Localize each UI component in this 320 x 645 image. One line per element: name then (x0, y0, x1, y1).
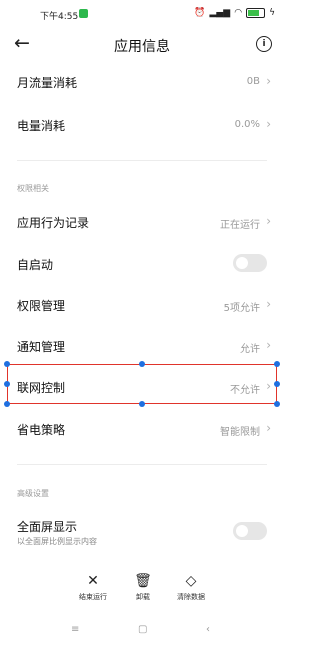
row-value: 正在运行 (220, 220, 260, 231)
home-nav-icon[interactable]: ▢ (138, 624, 147, 635)
resize-handle (4, 401, 10, 407)
row-behavior-log[interactable]: 应用行为记录 正在运行 › (0, 212, 284, 234)
chevron-right-icon: › (266, 297, 271, 311)
row-value: 0B (246, 76, 260, 87)
section-header-permissions: 权限相关 (17, 184, 49, 193)
section-header-advanced: 高级设置 (17, 489, 49, 498)
row-label: 通知管理 (17, 340, 66, 354)
app-bar: ← 应用信息 i (0, 30, 284, 60)
row-fullscreen: 全面屏显示 以全面屏比例显示内容 (0, 516, 284, 552)
bottom-action-bar: ✕ 结束运行 🗑 卸载 ◇ 清除数据 (0, 573, 284, 607)
force-stop-label: 结束运行 (79, 593, 107, 601)
resize-handle (274, 401, 280, 407)
uninstall-label: 卸载 (136, 593, 150, 601)
autostart-toggle[interactable] (233, 254, 267, 272)
row-autostart: 自启动 (0, 254, 284, 276)
selection-highlight (7, 364, 277, 404)
clear-data-label: 清除数据 (177, 593, 205, 601)
row-label: 月流量消耗 (17, 76, 78, 90)
battery-icon (246, 8, 266, 18)
row-value: 智能限制 (220, 427, 260, 438)
uninstall-button[interactable]: 🗑 卸载 (118, 573, 168, 602)
force-stop-button[interactable]: ✕ 结束运行 (68, 573, 118, 602)
chevron-right-icon: › (266, 117, 271, 131)
fullscreen-toggle[interactable] (233, 522, 267, 540)
chevron-right-icon: › (266, 214, 271, 228)
row-subtitle: 以全面屏比例显示内容 (17, 537, 97, 546)
row-permission-manage[interactable]: 权限管理 5项允许 › (0, 295, 284, 317)
notification-icon (79, 9, 88, 18)
divider (17, 160, 267, 161)
row-label: 应用行为记录 (17, 216, 90, 230)
row-notification-manage[interactable]: 通知管理 允许 › (0, 336, 284, 358)
signal-icon: ▂▄▆ (209, 8, 231, 18)
trash-icon: 🗑 (134, 573, 152, 589)
row-label: 自启动 (17, 258, 54, 272)
divider (17, 464, 267, 465)
resize-handle (139, 361, 145, 367)
clear-data-button[interactable]: ◇ 清除数据 (166, 573, 216, 602)
row-label: 省电策略 (17, 423, 66, 437)
back-nav-icon[interactable]: ‹ (206, 624, 210, 635)
wifi-icon: ◠ (234, 8, 243, 18)
status-bar: 下午4:55 ⏰ ▂▄▆ ◠ ϟ (0, 0, 284, 30)
resize-handle (4, 361, 10, 367)
page-title: 应用信息 (114, 39, 170, 55)
row-label: 权限管理 (17, 299, 66, 313)
close-icon: ✕ (87, 573, 99, 589)
row-value: 允许 (240, 344, 260, 355)
row-battery-usage[interactable]: 电量消耗 0.0% › (0, 115, 284, 137)
chevron-right-icon: › (266, 74, 271, 88)
row-value: 0.0% (234, 119, 260, 130)
resize-handle (139, 401, 145, 407)
row-data-usage[interactable]: 月流量消耗 0B › (0, 72, 284, 94)
row-label: 全面屏显示 (17, 520, 78, 534)
system-nav-bar: ≡ ▢ ‹ (0, 620, 284, 644)
resize-handle (274, 381, 280, 387)
alarm-icon: ⏰ (194, 8, 206, 18)
resize-handle (274, 361, 280, 367)
charging-icon: ϟ (269, 8, 275, 18)
resize-handle (4, 381, 10, 387)
row-power-strategy[interactable]: 省电策略 智能限制 › (0, 419, 284, 441)
status-time: 下午4:55 (40, 12, 79, 22)
menu-nav-icon[interactable]: ≡ (71, 624, 79, 635)
chevron-right-icon: › (266, 338, 271, 352)
row-value: 5项允许 (223, 303, 260, 314)
info-icon[interactable]: i (256, 36, 272, 52)
chevron-right-icon: › (266, 421, 271, 435)
row-label: 电量消耗 (17, 119, 66, 133)
eraser-icon: ◇ (185, 573, 197, 589)
